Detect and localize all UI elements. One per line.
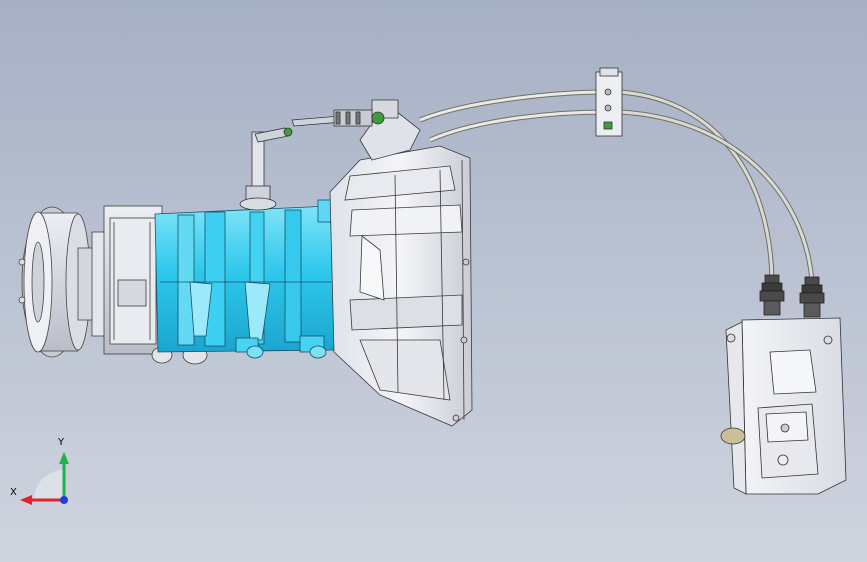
triad-plane (34, 470, 64, 500)
shifter-mounting-plate[interactable] (720, 317, 847, 495)
cable-bracket-clip[interactable] (595, 67, 623, 137)
transmission-assembly-model[interactable] (0, 0, 867, 562)
cable-boots[interactable] (759, 274, 825, 318)
z-axis-dot (60, 496, 68, 504)
coordinate-triad: Y X (10, 438, 80, 510)
x-axis-label: X (10, 487, 17, 498)
flywheel-drum[interactable] (18, 206, 107, 358)
x-axis-arrowhead (20, 495, 32, 505)
triad-axes-graphic (20, 452, 69, 505)
bell-housing[interactable] (329, 99, 473, 427)
shift-linkage-post[interactable] (239, 127, 293, 211)
cable-end-fitting[interactable] (291, 109, 385, 127)
y-axis-arrowhead (59, 452, 69, 464)
cad-3d-viewport[interactable]: Y X (0, 0, 867, 562)
gearbox-case-highlighted[interactable] (154, 199, 337, 359)
y-axis-label: Y (58, 437, 65, 448)
